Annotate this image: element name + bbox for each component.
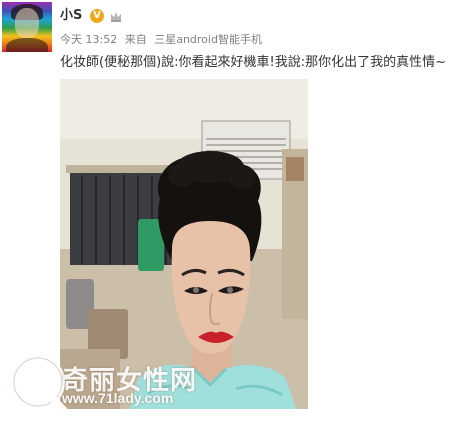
post-time[interactable]: 今天 13:52 — [60, 33, 117, 46]
verified-v-icon[interactable]: V — [90, 9, 104, 23]
crown-member-icon[interactable] — [109, 9, 123, 23]
post-source[interactable]: 三星android智能手机 — [154, 33, 262, 46]
avatar-face — [15, 8, 39, 38]
source-prefix: 来自 — [124, 33, 147, 46]
post-meta: 今天 13:52 来自 三星android智能手机 — [60, 33, 266, 47]
user-avatar[interactable] — [2, 2, 52, 52]
post-text: 化妆師(便秘那個)說:你看起來好機車!我說:那你化出了我的真性情~ — [60, 55, 447, 70]
watermark-url: www.71lady.com — [62, 390, 174, 406]
avatar-shoulders — [6, 38, 48, 52]
username-link[interactable]: 小S — [60, 8, 82, 24]
